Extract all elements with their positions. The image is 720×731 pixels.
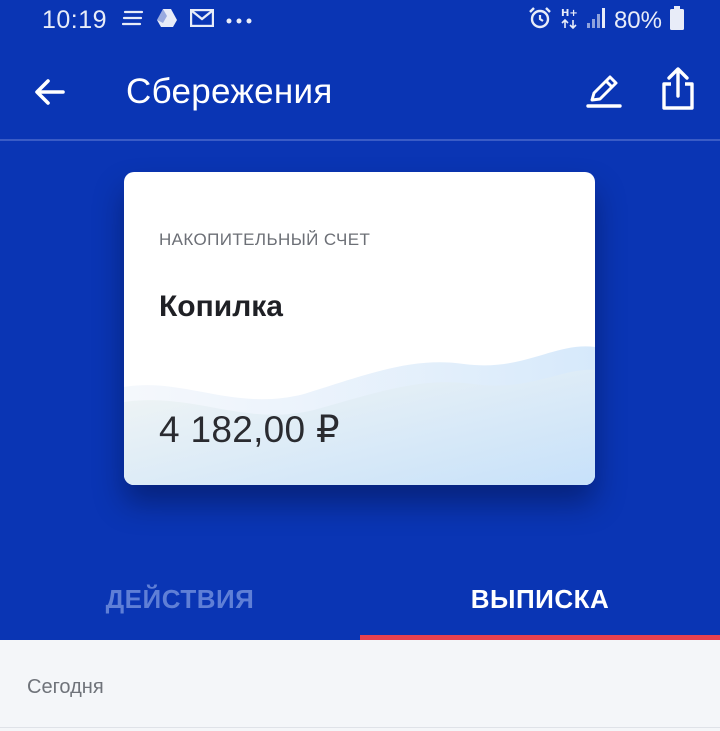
app-screen: 10:19 H+ 80% Сбережения НАКОПИТЕЛЬНЫЙ СЧ…	[0, 0, 720, 731]
account-balance: 4 182,00 ₽	[159, 409, 340, 450]
mail-icon	[189, 8, 215, 32]
share-button[interactable]	[656, 66, 700, 112]
app-bar-divider	[0, 139, 720, 141]
drive-icon	[156, 8, 178, 33]
page-title: Сбережения	[126, 72, 333, 111]
pencil-icon	[586, 75, 622, 108]
date-section-header: Сегодня	[27, 676, 104, 698]
svg-text:H+: H+	[561, 8, 578, 19]
arrow-left-icon	[35, 79, 65, 105]
account-type-label: НАКОПИТЕЛЬНЫЙ СЧЕТ	[159, 230, 371, 249]
statement-list: Сегодня	[0, 640, 720, 731]
system-status: H+ 80%	[528, 6, 684, 35]
notes-icon	[121, 9, 144, 32]
status-bar: 10:19 H+ 80%	[0, 0, 720, 44]
section-divider	[0, 727, 720, 728]
tab-statement-label: ВЫПИСКА	[470, 584, 610, 614]
signal-icon	[586, 7, 606, 34]
status-time: 10:19	[42, 6, 108, 34]
battery-icon	[670, 6, 684, 35]
more-dots-icon	[226, 12, 252, 30]
tab-bar: ДЕЙСТВИЯ ВЫПИСКА	[0, 560, 720, 640]
alarm-icon	[528, 6, 552, 35]
tab-actions[interactable]: ДЕЙСТВИЯ	[0, 560, 360, 640]
account-name: Копилка	[159, 290, 283, 323]
tab-statement[interactable]: ВЫПИСКА	[360, 560, 720, 640]
battery-percent: 80%	[613, 6, 662, 34]
notification-icons	[121, 8, 252, 33]
hplus-data-icon: H+	[560, 6, 578, 35]
tab-actions-label: ДЕЙСТВИЯ	[105, 584, 255, 614]
app-bar: Сбережения	[0, 44, 720, 140]
share-icon	[662, 67, 694, 110]
edit-button[interactable]	[584, 70, 624, 110]
account-card[interactable]: НАКОПИТЕЛЬНЫЙ СЧЕТ Копилка 4 182,00 ₽	[124, 172, 595, 485]
back-button[interactable]	[30, 72, 70, 112]
